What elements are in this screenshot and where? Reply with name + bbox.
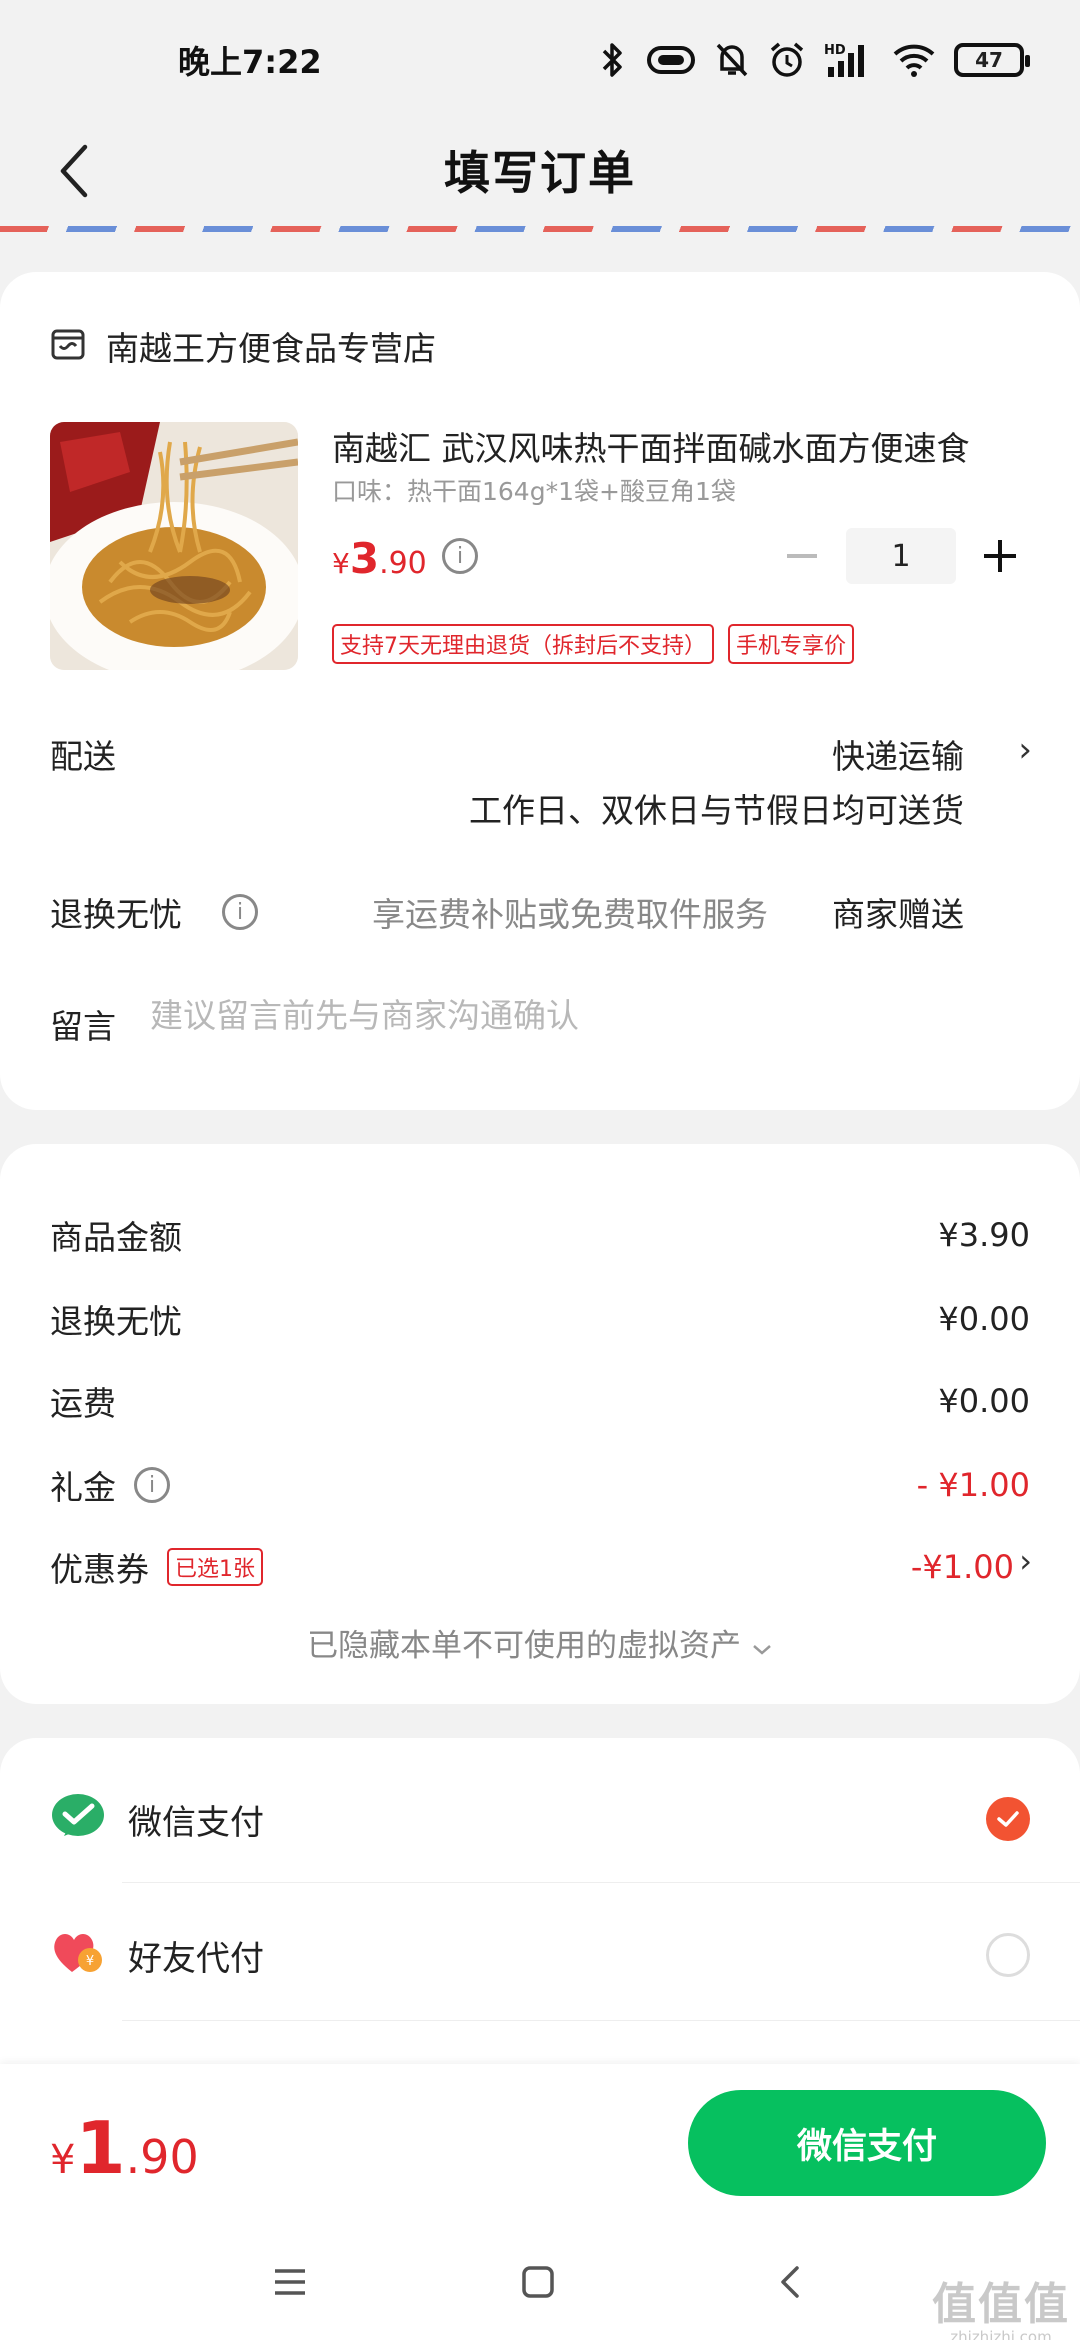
summary-label: 优惠券 — [50, 1550, 149, 1589]
bluetooth-icon — [598, 41, 628, 79]
watermark-url: zhizhizhi.com — [950, 2328, 1052, 2340]
remark-label: 留言 — [50, 1007, 116, 1046]
chevron-down-icon — [751, 1628, 773, 1664]
summary-value: -¥1.00 — [910, 1548, 1014, 1586]
payment-label: 微信支付 — [128, 1802, 264, 1843]
back-icon[interactable] — [44, 136, 104, 206]
header: 填写订单 — [0, 120, 1080, 220]
summary-value: ¥0.00 — [938, 1300, 1030, 1338]
summary-value: - ¥1.00 — [916, 1466, 1030, 1504]
divider — [122, 1882, 1080, 1883]
svg-text:¥: ¥ — [86, 1954, 94, 1969]
coupon-row[interactable]: 优惠券 已选1张 -¥1.00 — [50, 1542, 1030, 1592]
info-icon[interactable]: i — [134, 1467, 170, 1503]
delivery-label: 配送 — [50, 737, 116, 776]
radio-unselected[interactable] — [986, 1933, 1030, 1977]
watermark: 值值值 zhizhizhi.com — [932, 2268, 1070, 2340]
page-title: 填写订单 — [444, 146, 636, 200]
store-icon — [50, 326, 86, 366]
chevron-right-icon[interactable]: › — [1018, 730, 1032, 770]
status-time: 晚上7:22 — [178, 43, 322, 81]
radio-selected[interactable] — [986, 1797, 1030, 1841]
summary-label: 运费 — [50, 1384, 116, 1423]
wechat-pay-button[interactable]: 微信支付 — [688, 2090, 1046, 2196]
battery-level: 47 — [975, 48, 1003, 72]
summary-label: 礼金 — [50, 1468, 116, 1507]
hidden-assets-text: 已隐藏本单不可使用的虚拟资产 — [307, 1628, 742, 1664]
return-policy-tag: 支持7天无理由退货（拆封后不支持） — [332, 624, 714, 664]
store-name: 南越王方便食品专营店 — [106, 329, 436, 368]
price-decimal: .90 — [379, 546, 427, 581]
network-label: HD — [824, 43, 846, 58]
system-nav-bar — [0, 2224, 1080, 2340]
summary-row: 礼金 i - ¥1.00 — [50, 1460, 1030, 1510]
total-integer: 1 — [75, 2106, 126, 2190]
total-price: ¥ 1 .90 — [50, 2106, 199, 2190]
info-icon[interactable]: i — [222, 894, 258, 930]
delivery-method[interactable]: 快递运输 — [832, 730, 964, 778]
total-decimal: .90 — [125, 2130, 199, 2184]
product-tags: 支持7天无理由退货（拆封后不支持） 手机专享价 — [332, 624, 855, 664]
minus-icon[interactable] — [772, 528, 832, 584]
summary-label: 商品金额 — [50, 1218, 182, 1257]
back-icon[interactable] — [766, 2262, 814, 2302]
product-price: ¥ 3 .90 — [332, 534, 427, 583]
coupon-tag: 已选1张 — [167, 1548, 263, 1586]
signal-icon: HD — [824, 41, 874, 79]
total-symbol: ¥ — [50, 2137, 76, 2183]
summary-value: ¥0.00 — [938, 1382, 1030, 1420]
price-symbol: ¥ — [332, 547, 350, 580]
info-icon[interactable]: i — [442, 538, 478, 574]
quantity-stepper: 1 — [772, 528, 1030, 584]
refund-gift: 商家赠送 — [832, 895, 964, 934]
product-image[interactable] — [50, 422, 298, 670]
price-integer: 3 — [349, 534, 380, 583]
chevron-right-icon[interactable]: › — [1019, 1542, 1032, 1580]
wifi-icon — [892, 42, 936, 78]
mute-icon — [714, 41, 750, 79]
delivery-note: 工作日、双休日与节假日均可送货 — [469, 791, 964, 830]
hidden-assets-toggle[interactable]: 已隐藏本单不可使用的虚拟资产 — [0, 1620, 1080, 1665]
summary-row: 运费 ¥0.00 — [50, 1376, 1030, 1426]
remark-input[interactable] — [150, 996, 1010, 1035]
envelope-stripe — [0, 226, 1080, 232]
payment-option-friend[interactable]: ¥ 好友代付 — [50, 1910, 1030, 2000]
payment-option-wechat[interactable]: 微信支付 — [50, 1774, 1030, 1864]
summary-label: 退换无忧 — [50, 1302, 182, 1341]
home-icon[interactable] — [514, 2262, 562, 2302]
product-title[interactable]: 南越汇 武汉风味热干面拌面碱水面方便速食 — [332, 422, 1032, 470]
order-card: 南越王方便食品专营店 南越汇 武汉风味热干面拌面碱水面方便速食 口味：热干面16… — [0, 272, 1080, 1110]
price-summary-card: 商品金额 ¥3.90 退换无忧 ¥0.00 运费 ¥0.00 礼金 i - ¥1… — [0, 1144, 1080, 1704]
battery-saver-icon — [646, 43, 696, 77]
alarm-icon — [768, 41, 806, 79]
summary-row: 退换无忧 ¥0.00 — [50, 1294, 1030, 1344]
friend-pay-icon: ¥ — [50, 1928, 106, 1982]
check-icon — [997, 1811, 1019, 1827]
summary-value: ¥3.90 — [938, 1216, 1030, 1254]
watermark-logo: 值值值 — [932, 2279, 1070, 2330]
payment-label: 好友代付 — [128, 1938, 264, 1979]
refund-description: 享运费补贴或免费取件服务 — [372, 895, 768, 934]
status-bar: 晚上7:22 HD 47 — [0, 0, 1080, 120]
menu-icon[interactable] — [266, 2262, 314, 2302]
quantity-value[interactable]: 1 — [846, 528, 956, 584]
refund-label: 退换无忧 — [50, 895, 182, 934]
wechat-pay-icon — [50, 1792, 106, 1846]
plus-icon[interactable] — [970, 528, 1030, 584]
status-icons: HD 47 — [598, 41, 1030, 79]
mobile-price-tag: 手机专享价 — [728, 624, 855, 664]
product-spec: 口味：热干面164g*1袋+酸豆角1袋 — [332, 477, 736, 506]
summary-row: 商品金额 ¥3.90 — [50, 1210, 1030, 1260]
divider — [122, 2020, 1080, 2021]
battery-icon: 47 — [954, 43, 1030, 77]
store-header[interactable]: 南越王方便食品专营店 — [50, 322, 436, 370]
checkout-bar: ¥ 1 .90 微信支付 — [0, 2064, 1080, 2224]
